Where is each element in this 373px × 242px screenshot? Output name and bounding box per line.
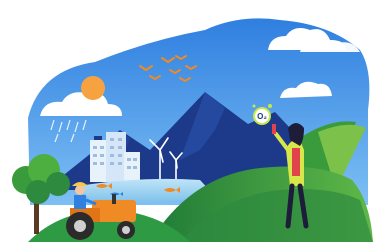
oxygen-label: O₂: [257, 112, 267, 121]
eco-illustration: O₂: [0, 0, 373, 242]
sun-icon: [81, 76, 105, 100]
